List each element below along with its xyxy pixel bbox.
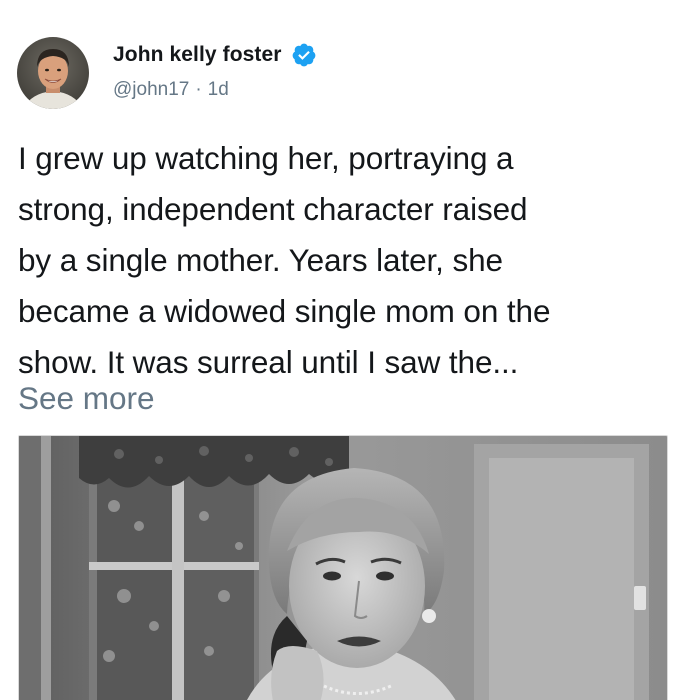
author-name-row: John kelly foster xyxy=(113,41,317,69)
author-meta-row: @john17 · 1d xyxy=(113,79,229,101)
tweet-card: John kelly foster @john17 · 1d I grew up… xyxy=(0,0,700,700)
see-more-link[interactable]: See more xyxy=(18,373,155,424)
tweet-text-line: by a single mother. Years later, she xyxy=(18,242,503,278)
tweet-timestamp[interactable]: 1d xyxy=(208,79,229,101)
tweet-header: John kelly foster @john17 · 1d xyxy=(17,37,677,111)
tweet-text-line: I grew up watching her, portraying a xyxy=(18,140,514,176)
tweet-media-photo[interactable] xyxy=(18,435,668,700)
tweet-text-line: became a widowed single mom on the xyxy=(18,293,551,329)
meta-separator: · xyxy=(195,79,202,100)
verified-badge-icon xyxy=(291,42,317,68)
tweet-text-line: strong, independent character raised xyxy=(18,191,528,227)
avatar-photo-icon xyxy=(17,37,89,109)
author-handle[interactable]: @john17 xyxy=(113,79,189,101)
author-display-name[interactable]: John kelly foster xyxy=(113,43,282,67)
tweet-body-text: I grew up watching her, portraying a str… xyxy=(18,133,682,388)
photo-image xyxy=(19,436,667,700)
author-avatar[interactable] xyxy=(17,37,89,109)
